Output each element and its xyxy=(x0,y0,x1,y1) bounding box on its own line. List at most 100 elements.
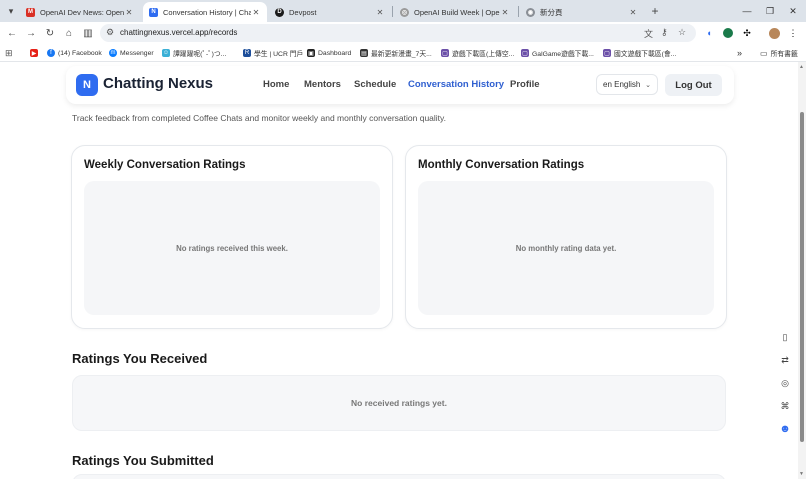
all-bookmarks-folder[interactable]: ▭ 所有書籤 xyxy=(760,47,798,59)
messenger-icon: m xyxy=(109,49,117,57)
password-key-icon[interactable]: ⚷ xyxy=(661,27,668,38)
bookmark-label: Dashboard xyxy=(318,49,352,57)
bookmark-label: Messenger xyxy=(120,49,154,57)
chevron-down-icon: ⌄ xyxy=(645,81,651,89)
brand-name[interactable]: Chatting Nexus xyxy=(103,75,213,92)
minimize-icon[interactable]: — xyxy=(740,4,754,18)
close-tab-icon[interactable]: ✕ xyxy=(375,8,385,17)
language-select[interactable]: en English ⌄ xyxy=(596,74,658,95)
bookmark-chinese-game[interactable]: ▢ 國文遊戲下載區(會... xyxy=(603,47,676,59)
weekly-ratings-title: Weekly Conversation Ratings xyxy=(84,159,246,171)
bookmark-favicon: ▢ xyxy=(521,49,529,57)
ratings-submitted-heading: Ratings You Submitted xyxy=(72,453,214,468)
tab-divider xyxy=(392,6,393,17)
page-viewport: N Chatting Nexus Home Mentors Schedule C… xyxy=(0,62,798,479)
url-text: chattingnexus.vercel.app/records xyxy=(120,28,238,37)
ratings-received-heading: Ratings You Received xyxy=(72,351,208,366)
bookmark-label: 所有書籤 xyxy=(770,51,798,58)
bookmark-favicon: ▢ xyxy=(603,49,611,57)
devpost-icon: D xyxy=(275,7,284,17)
chatting-nexus-favicon: N xyxy=(149,7,158,17)
manga-icon: ▤ xyxy=(360,49,368,57)
ratings-received-empty-state: No received ratings yet. xyxy=(72,375,726,431)
tab-label: 新分頁 xyxy=(540,7,563,17)
tab-new-tab[interactable]: ◉ 新分頁 ✕ xyxy=(520,2,644,22)
openai-icon: ◎ xyxy=(400,7,409,17)
site-info-icon[interactable]: ⚙ xyxy=(106,27,114,38)
scroll-down-icon[interactable]: ▼ xyxy=(799,471,804,477)
extension-target-icon[interactable]: ◎ xyxy=(776,374,794,392)
bookmark-favicon: ▢ xyxy=(441,49,449,57)
bookmark-youtube[interactable]: ▶ xyxy=(30,47,41,59)
monthly-ratings-card: Monthly Conversation Ratings No monthly … xyxy=(405,145,727,329)
scroll-up-icon[interactable]: ▲ xyxy=(799,64,804,70)
translate-page-icon[interactable]: ⇄ xyxy=(776,351,794,369)
logo-badge[interactable]: N xyxy=(76,74,98,96)
tab-openai-build-week[interactable]: ◎ OpenAI Build Week | OpenAI ✕ xyxy=(394,2,516,22)
logout-button[interactable]: Log Out xyxy=(665,74,722,96)
bookmark-facebook[interactable]: f (14) Facebook xyxy=(47,47,102,59)
monthly-ratings-title: Monthly Conversation Ratings xyxy=(418,159,585,171)
forward-icon[interactable]: → xyxy=(24,26,38,40)
extensions-puzzle-icon[interactable]: ✣ xyxy=(740,26,754,40)
bookmark-label: GalGame遊戲下載... xyxy=(532,51,594,58)
reload-icon[interactable]: ↻ xyxy=(43,26,57,40)
chrome-icon: ◉ xyxy=(526,7,535,17)
received-empty-message: No received ratings yet. xyxy=(351,398,447,408)
grid-tool-icon[interactable]: ⌘ xyxy=(776,397,794,415)
bookmark-game-download[interactable]: ▢ 遊戲下載區(上傳空... xyxy=(441,47,514,59)
bookmark-item[interactable]: ☺ 譚躍躍呢(ﾟ-ﾟ)つ... xyxy=(162,47,226,59)
restore-icon[interactable]: ❐ xyxy=(763,4,777,18)
tab-search-icon[interactable]: ▾ xyxy=(4,4,18,18)
bookmark-label: (14) Facebook xyxy=(58,49,102,57)
page-scrollbar[interactable]: ▲ ▼ xyxy=(798,62,806,479)
facebook-icon: f xyxy=(47,49,55,57)
back-icon[interactable]: ← xyxy=(5,26,19,40)
bookmark-star-icon[interactable]: ☆ xyxy=(678,27,686,38)
nav-home[interactable]: Home xyxy=(263,79,289,90)
close-tab-icon[interactable]: ✕ xyxy=(251,8,261,17)
bookmarks-bar: ⊞ ▶ f (14) Facebook m Messenger ☺ 譚躍躍呢(ﾟ… xyxy=(0,44,806,62)
close-window-icon[interactable]: ✕ xyxy=(786,4,800,18)
browser-menu-icon[interactable]: ⋮ xyxy=(786,26,800,40)
reader-mode-icon[interactable]: ▯ xyxy=(776,328,794,346)
assistant-bot-icon[interactable]: ☻ xyxy=(776,420,794,438)
weekly-ratings-card: Weekly Conversation Ratings No ratings r… xyxy=(71,145,393,329)
tab-gmail[interactable]: M OpenAI Dev News: OpenAI Bui ✕ xyxy=(20,2,140,22)
tab-conversation-history[interactable]: N Conversation History | Chatti ✕ xyxy=(143,2,267,22)
bookmark-favicon: ☺ xyxy=(162,49,170,57)
apps-grid-icon[interactable]: ⊞ xyxy=(5,47,13,59)
nav-mentors[interactable]: Mentors xyxy=(304,79,341,90)
bookmark-ucr[interactable]: R 學生 | UCR 門戶 xyxy=(243,47,303,59)
bookmark-label: 遊戲下載區(上傳空... xyxy=(452,51,515,58)
nav-profile[interactable]: Profile xyxy=(510,79,540,90)
home-icon[interactable]: ⌂ xyxy=(62,26,76,40)
monthly-empty-message: No monthly rating data yet. xyxy=(515,243,617,253)
translate-icon[interactable]: 文 xyxy=(644,27,653,40)
scroll-thumb[interactable] xyxy=(800,112,804,442)
bookmark-manga[interactable]: ▤ 最新更新漫畫_7天... xyxy=(360,47,432,59)
language-value: en English xyxy=(603,80,641,89)
new-tab-icon[interactable]: + xyxy=(648,4,662,18)
youtube-icon: ▶ xyxy=(30,49,38,57)
bookmark-galgame[interactable]: ▢ GalGame遊戲下載... xyxy=(521,47,594,59)
tab-label: Devpost xyxy=(289,7,317,17)
site-header: N Chatting Nexus Home Mentors Schedule C… xyxy=(66,66,734,104)
profile-avatar[interactable] xyxy=(767,26,781,40)
close-tab-icon[interactable]: ✕ xyxy=(124,8,134,17)
weekly-ratings-empty-state: No ratings received this week. xyxy=(84,181,380,315)
more-bookmarks-icon[interactable]: » xyxy=(737,47,742,59)
tab-strip: ▾ M OpenAI Dev News: OpenAI Bui ✕ N Conv… xyxy=(0,0,806,22)
bookmark-label: 譚躍躍呢(ﾟ-ﾟ)つ... xyxy=(173,51,227,58)
close-tab-icon[interactable]: ✕ xyxy=(628,8,638,17)
sidebar-icon[interactable]: ▥ xyxy=(81,26,95,40)
address-bar[interactable]: ⚙ chattingnexus.vercel.app/records 文 ⚷ ☆ xyxy=(100,24,696,42)
nav-schedule[interactable]: Schedule xyxy=(354,79,396,90)
nav-conversation-history[interactable]: Conversation History xyxy=(408,79,504,90)
tab-devpost[interactable]: D Devpost ✕ xyxy=(269,2,391,22)
extension-audio-icon[interactable]: ◖ xyxy=(702,26,716,40)
bookmark-dashboard[interactable]: ▣ Dashboard xyxy=(307,47,351,59)
extension-chatgpt-icon[interactable] xyxy=(721,26,735,40)
bookmark-messenger[interactable]: m Messenger xyxy=(109,47,154,59)
close-tab-icon[interactable]: ✕ xyxy=(500,8,510,17)
